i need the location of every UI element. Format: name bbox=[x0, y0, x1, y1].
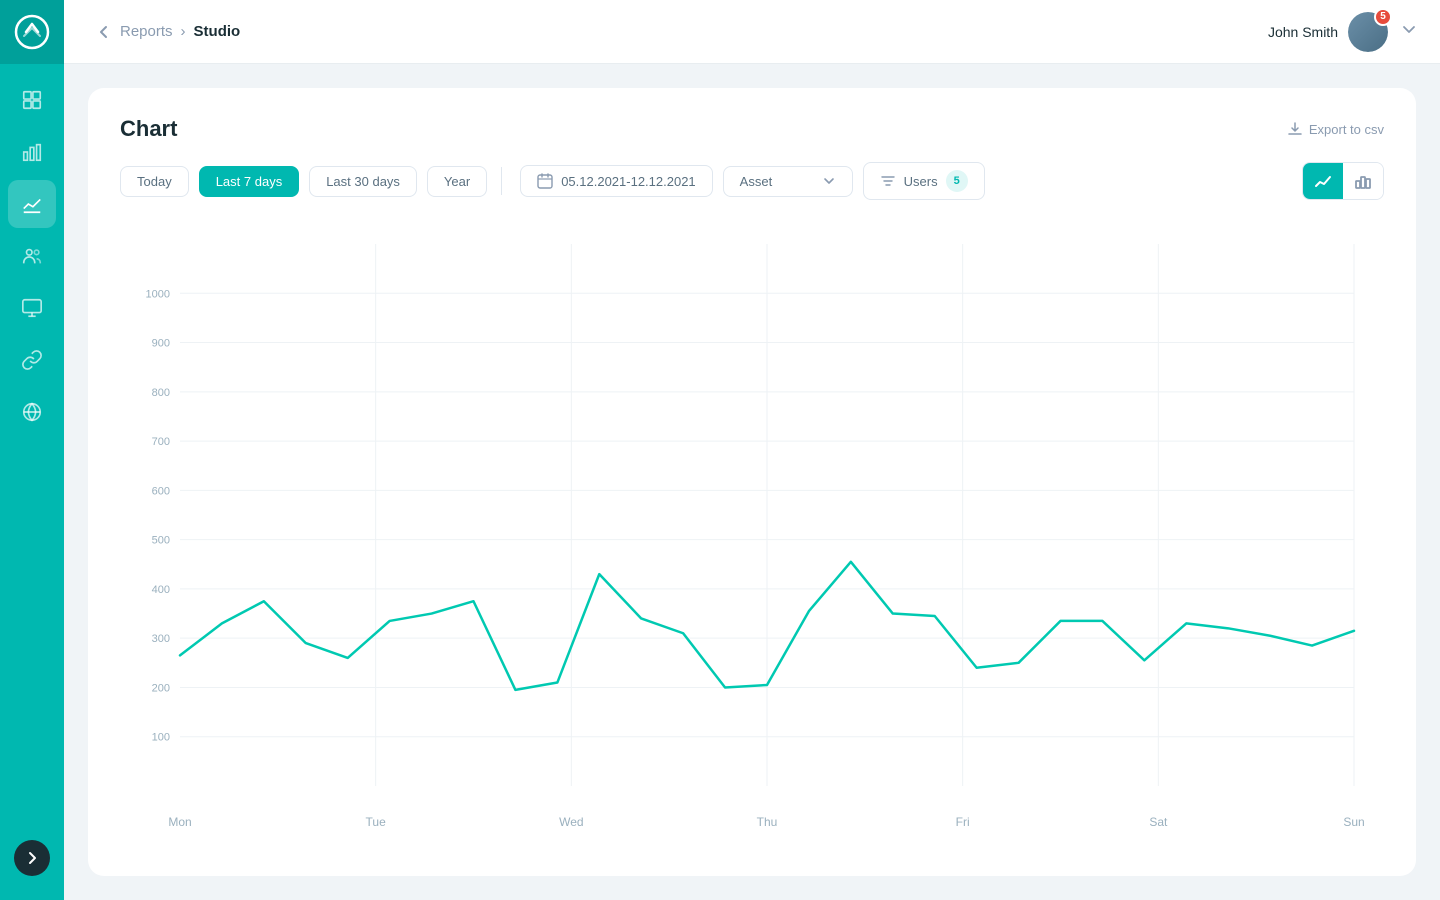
svg-text:Thu: Thu bbox=[757, 815, 778, 829]
card-header: Chart Export to csv bbox=[120, 116, 1384, 142]
asset-dropdown[interactable]: Asset bbox=[723, 166, 853, 197]
sidebar-item-reports[interactable] bbox=[8, 128, 56, 176]
username-label: John Smith bbox=[1268, 24, 1338, 40]
svg-text:1000: 1000 bbox=[146, 288, 170, 300]
download-icon bbox=[1287, 121, 1303, 137]
topbar: Reports › Studio John Smith 5 bbox=[64, 0, 1440, 64]
chart-svg: 100 200 300 400 500 600 700 800 900 1000 Mon Tue Wed… bbox=[120, 224, 1384, 836]
svg-text:300: 300 bbox=[152, 633, 170, 645]
asset-label: Asset bbox=[740, 174, 773, 189]
breadcrumb-current: Studio bbox=[194, 23, 241, 40]
card-title: Chart bbox=[120, 116, 177, 142]
svg-text:100: 100 bbox=[152, 732, 170, 744]
sidebar-item-presentations[interactable] bbox=[8, 284, 56, 332]
sidebar-item-globe[interactable] bbox=[8, 388, 56, 436]
user-menu-chevron-icon[interactable] bbox=[1402, 22, 1416, 41]
filter-bar: Today Last 7 days Last 30 days Year 05.1… bbox=[120, 162, 1384, 200]
chart-type-line-button[interactable] bbox=[1303, 163, 1343, 199]
sidebar-nav bbox=[8, 64, 56, 840]
sidebar-item-connections[interactable] bbox=[8, 336, 56, 384]
chart-area: 100 200 300 400 500 600 700 800 900 1000 Mon Tue Wed… bbox=[120, 224, 1384, 836]
sidebar-toggle-button[interactable] bbox=[14, 840, 50, 876]
svg-text:Fri: Fri bbox=[956, 815, 970, 829]
filter-divider bbox=[501, 167, 502, 195]
chart-card: Chart Export to csv Today Last 7 days La… bbox=[88, 88, 1416, 876]
filter-year-button[interactable]: Year bbox=[427, 166, 487, 197]
users-filter-count: 5 bbox=[946, 170, 968, 192]
svg-text:200: 200 bbox=[152, 682, 170, 694]
chart-type-toggle bbox=[1302, 162, 1384, 200]
svg-text:Sat: Sat bbox=[1149, 815, 1168, 829]
breadcrumb: Reports › Studio bbox=[120, 23, 1268, 40]
sidebar-item-dashboard[interactable] bbox=[8, 76, 56, 124]
svg-text:Tue: Tue bbox=[366, 815, 387, 829]
asset-chevron-icon bbox=[822, 174, 836, 188]
line-chart-icon bbox=[1314, 172, 1332, 190]
svg-text:600: 600 bbox=[152, 485, 170, 497]
filter-last30-button[interactable]: Last 30 days bbox=[309, 166, 417, 197]
user-menu[interactable]: John Smith 5 bbox=[1268, 12, 1416, 52]
users-filter-label: Users bbox=[904, 174, 938, 189]
export-label: Export to csv bbox=[1309, 122, 1384, 137]
back-button[interactable] bbox=[88, 16, 120, 48]
logo[interactable] bbox=[0, 0, 64, 64]
svg-text:Mon: Mon bbox=[168, 815, 191, 829]
notification-badge: 5 bbox=[1374, 8, 1392, 26]
content-area: Chart Export to csv Today Last 7 days La… bbox=[64, 64, 1440, 900]
calendar-icon bbox=[537, 173, 553, 189]
breadcrumb-separator: › bbox=[181, 23, 186, 40]
svg-text:700: 700 bbox=[152, 436, 170, 448]
svg-text:Sun: Sun bbox=[1343, 815, 1364, 829]
date-range-picker[interactable]: 05.12.2021-12.12.2021 bbox=[520, 165, 712, 197]
breadcrumb-parent[interactable]: Reports bbox=[120, 23, 173, 40]
bar-chart-icon bbox=[1354, 172, 1372, 190]
chart-type-bar-button[interactable] bbox=[1343, 163, 1383, 199]
svg-text:400: 400 bbox=[152, 584, 170, 596]
main-area: Reports › Studio John Smith 5 Chart bbox=[64, 0, 1440, 900]
svg-text:500: 500 bbox=[152, 535, 170, 547]
users-filter-button[interactable]: Users 5 bbox=[863, 162, 985, 200]
svg-text:800: 800 bbox=[152, 387, 170, 399]
avatar-wrap: 5 bbox=[1348, 12, 1388, 52]
sidebar-item-analytics[interactable] bbox=[8, 180, 56, 228]
filter-today-button[interactable]: Today bbox=[120, 166, 189, 197]
svg-text:900: 900 bbox=[152, 338, 170, 350]
date-range-label: 05.12.2021-12.12.2021 bbox=[561, 174, 695, 189]
sidebar bbox=[0, 0, 64, 900]
filter-icon bbox=[880, 173, 896, 189]
svg-text:Wed: Wed bbox=[559, 815, 583, 829]
filter-last7-button[interactable]: Last 7 days bbox=[199, 166, 300, 197]
export-csv-button[interactable]: Export to csv bbox=[1287, 121, 1384, 137]
sidebar-item-users[interactable] bbox=[8, 232, 56, 280]
